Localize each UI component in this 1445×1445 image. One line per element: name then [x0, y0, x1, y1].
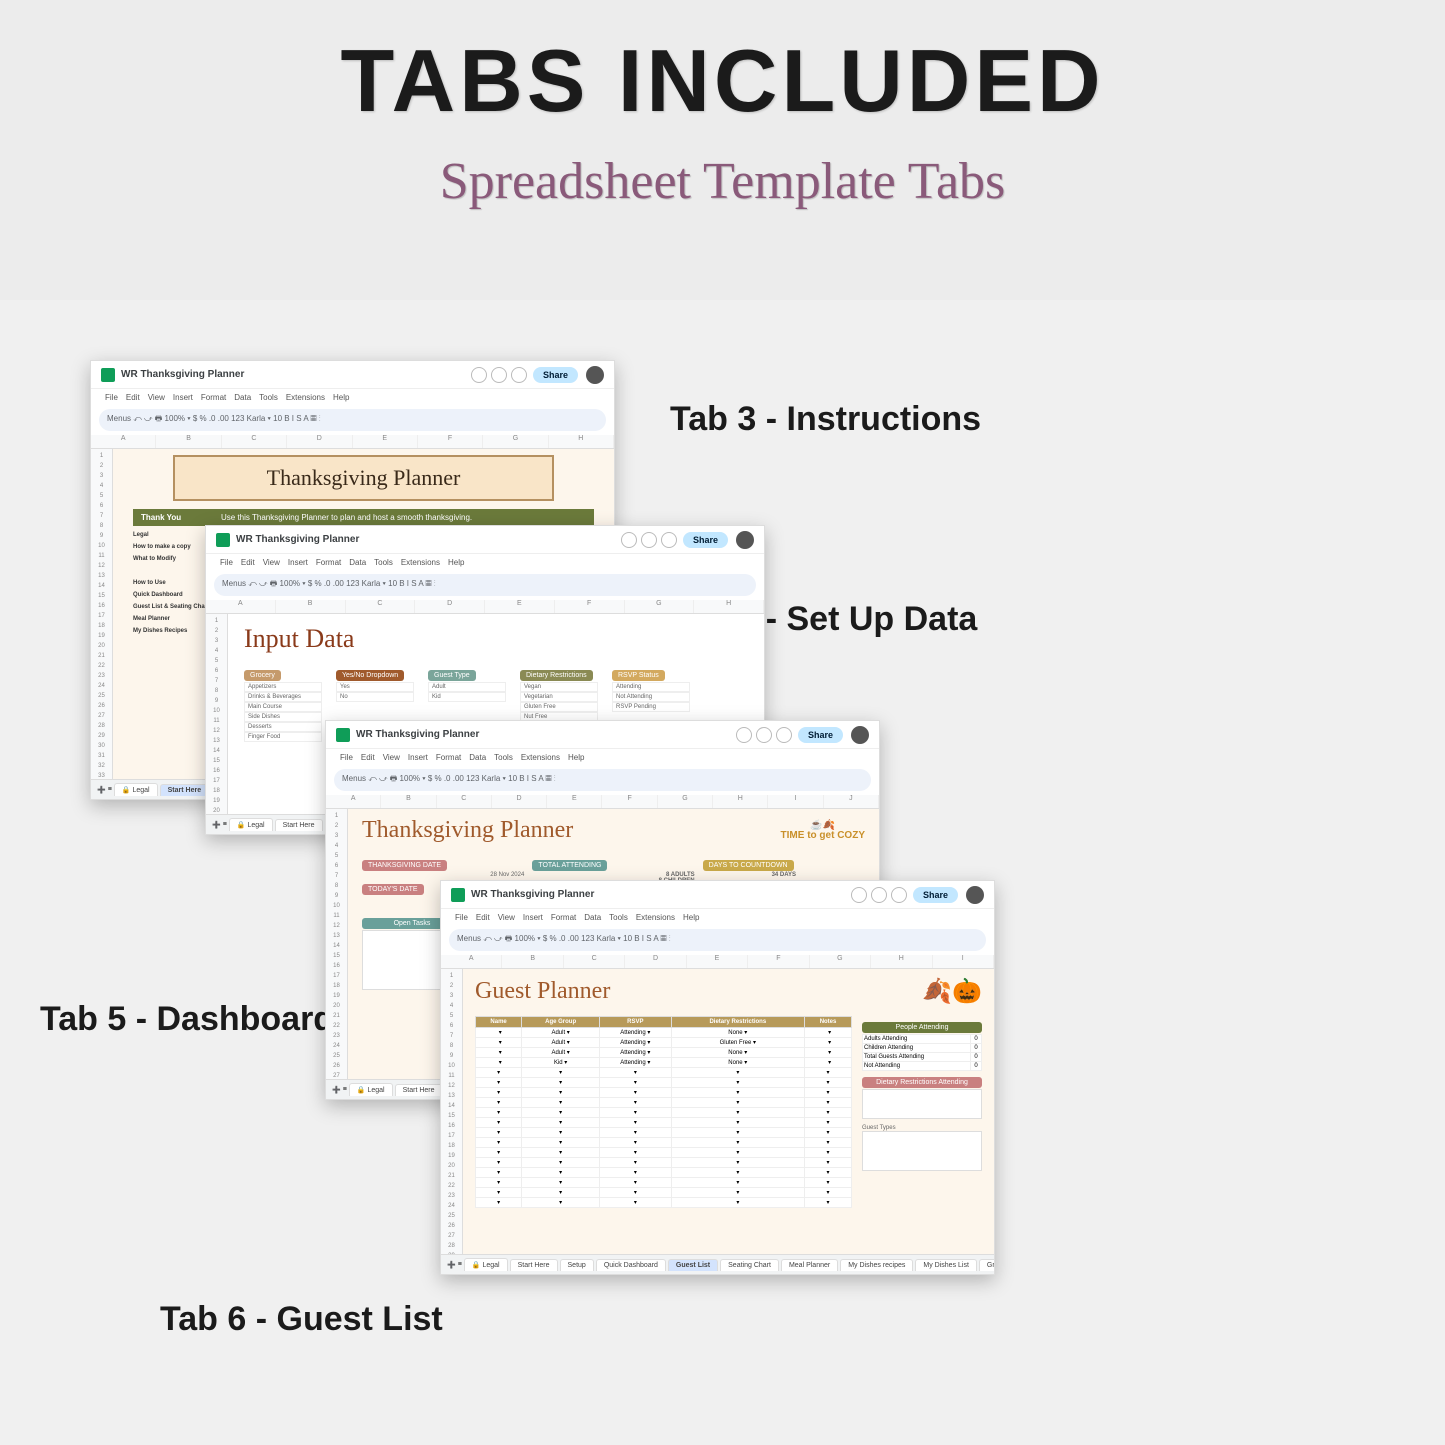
toolbar[interactable]: Menus ⤺ ⤻ 🖶 100% ▾ $ % .0 .00 123 Karla … — [449, 929, 986, 951]
pumpkin-icon: 🍂🎃 — [922, 977, 982, 1006]
tab-legal[interactable]: 🔒 Legal — [114, 783, 158, 796]
tab-setup[interactable]: Setup — [560, 1259, 594, 1271]
comment-icon[interactable] — [491, 367, 507, 383]
sheet-tabs[interactable]: ➕≡ 🔒 LegalStart HereSetupQuick Dashboard… — [441, 1254, 994, 1274]
tab-grocery-shopping-list[interactable]: Grocery Shopping List — [979, 1259, 994, 1271]
toolbar[interactable]: Menus ⤺ ⤻ 🖶 100% ▾ $ % .0 .00 123 Karla … — [334, 769, 871, 791]
dashboard-heading: Thanksgiving Planner — [362, 817, 573, 844]
toolbar[interactable]: Menus ⤺ ⤻ 🖶 100% ▾ $ % .0 .00 123 Karla … — [214, 574, 756, 596]
sheets-icon — [216, 533, 230, 547]
label-tab6: Tab 6 - Guest List — [160, 1300, 443, 1339]
comment-icon[interactable] — [641, 532, 657, 548]
tab-my-dishes-recipes[interactable]: My Dishes recipes — [840, 1259, 913, 1271]
screenshot-guest-list: WR Thanksgiving Planner Share FileEditVi… — [440, 880, 995, 1275]
sheets-icon — [101, 368, 115, 382]
share-button[interactable]: Share — [798, 727, 843, 743]
tab-legal[interactable]: 🔒 Legal — [229, 818, 273, 831]
comment-icon[interactable] — [756, 727, 772, 743]
cozy-badge: ☕🍂TIME to get COZY — [781, 821, 865, 841]
guest-heading: Guest Planner — [475, 978, 610, 1005]
toolbar[interactable]: Menus ⤺ ⤻ 🖶 100% ▾ $ % .0 .00 123 Karla … — [99, 409, 606, 431]
tab-start-here[interactable]: Start Here — [510, 1259, 558, 1271]
label-tab3: Tab 3 - Instructions — [670, 400, 981, 439]
meet-icon[interactable] — [661, 532, 677, 548]
history-icon[interactable] — [851, 887, 867, 903]
comment-icon[interactable] — [871, 887, 887, 903]
avatar[interactable] — [966, 886, 984, 904]
avatar[interactable] — [736, 531, 754, 549]
preview-canvas: Tab 3 - Instructions Tab 4 - Set Up Data… — [0, 300, 1445, 1445]
label-tab5: Tab 5 - Dashboard — [40, 1000, 334, 1039]
tab-my-dishes-list[interactable]: My Dishes List — [915, 1259, 977, 1271]
banner-title: Thanksgiving Planner — [267, 465, 461, 490]
history-icon[interactable] — [621, 532, 637, 548]
share-button[interactable]: Share — [683, 532, 728, 548]
tab-start-here[interactable]: Start Here — [160, 784, 209, 796]
history-icon[interactable] — [471, 367, 487, 383]
meet-icon[interactable] — [776, 727, 792, 743]
tab-start-here[interactable]: Start Here — [275, 819, 323, 831]
doc-name: WR Thanksgiving Planner — [121, 369, 244, 380]
thank-you-header: Thank You — [141, 513, 221, 522]
page-subtitle: Spreadsheet Template Tabs — [0, 152, 1445, 211]
tab-quick-dashboard[interactable]: Quick Dashboard — [596, 1259, 666, 1271]
tab-seating-chart[interactable]: Seating Chart — [720, 1259, 779, 1271]
share-button[interactable]: Share — [913, 887, 958, 903]
menu-bar[interactable]: FileEditViewInsertFormatDataToolsExtensi… — [206, 554, 764, 570]
page-title: TABS INCLUDED — [0, 30, 1445, 132]
tab-start-here[interactable]: Start Here — [395, 1084, 443, 1096]
meet-icon[interactable] — [511, 367, 527, 383]
menu-bar[interactable]: FileEditViewInsertFormatDataToolsExtensi… — [441, 909, 994, 925]
share-button[interactable]: Share — [533, 367, 578, 383]
sheets-icon — [336, 728, 350, 742]
tab-meal-planner[interactable]: Meal Planner — [781, 1259, 838, 1271]
menu-bar[interactable]: FileEditViewInsertFormatDataToolsExtensi… — [91, 389, 614, 405]
meet-icon[interactable] — [891, 887, 907, 903]
menu-bar[interactable]: FileEditViewInsertFormatDataToolsExtensi… — [326, 749, 879, 765]
dietary-header: Dietary Restrictions Attending — [862, 1077, 982, 1088]
avatar[interactable] — [851, 726, 869, 744]
sheets-icon — [451, 888, 465, 902]
tab-guest-list[interactable]: Guest List — [668, 1259, 718, 1271]
history-icon[interactable] — [736, 727, 752, 743]
tab-legal[interactable]: 🔒 Legal — [349, 1083, 393, 1096]
people-attending-header: People Attending — [862, 1022, 982, 1033]
tab-legal[interactable]: 🔒 Legal — [464, 1258, 508, 1271]
input-data-heading: Input Data — [244, 624, 748, 654]
avatar[interactable] — [586, 366, 604, 384]
